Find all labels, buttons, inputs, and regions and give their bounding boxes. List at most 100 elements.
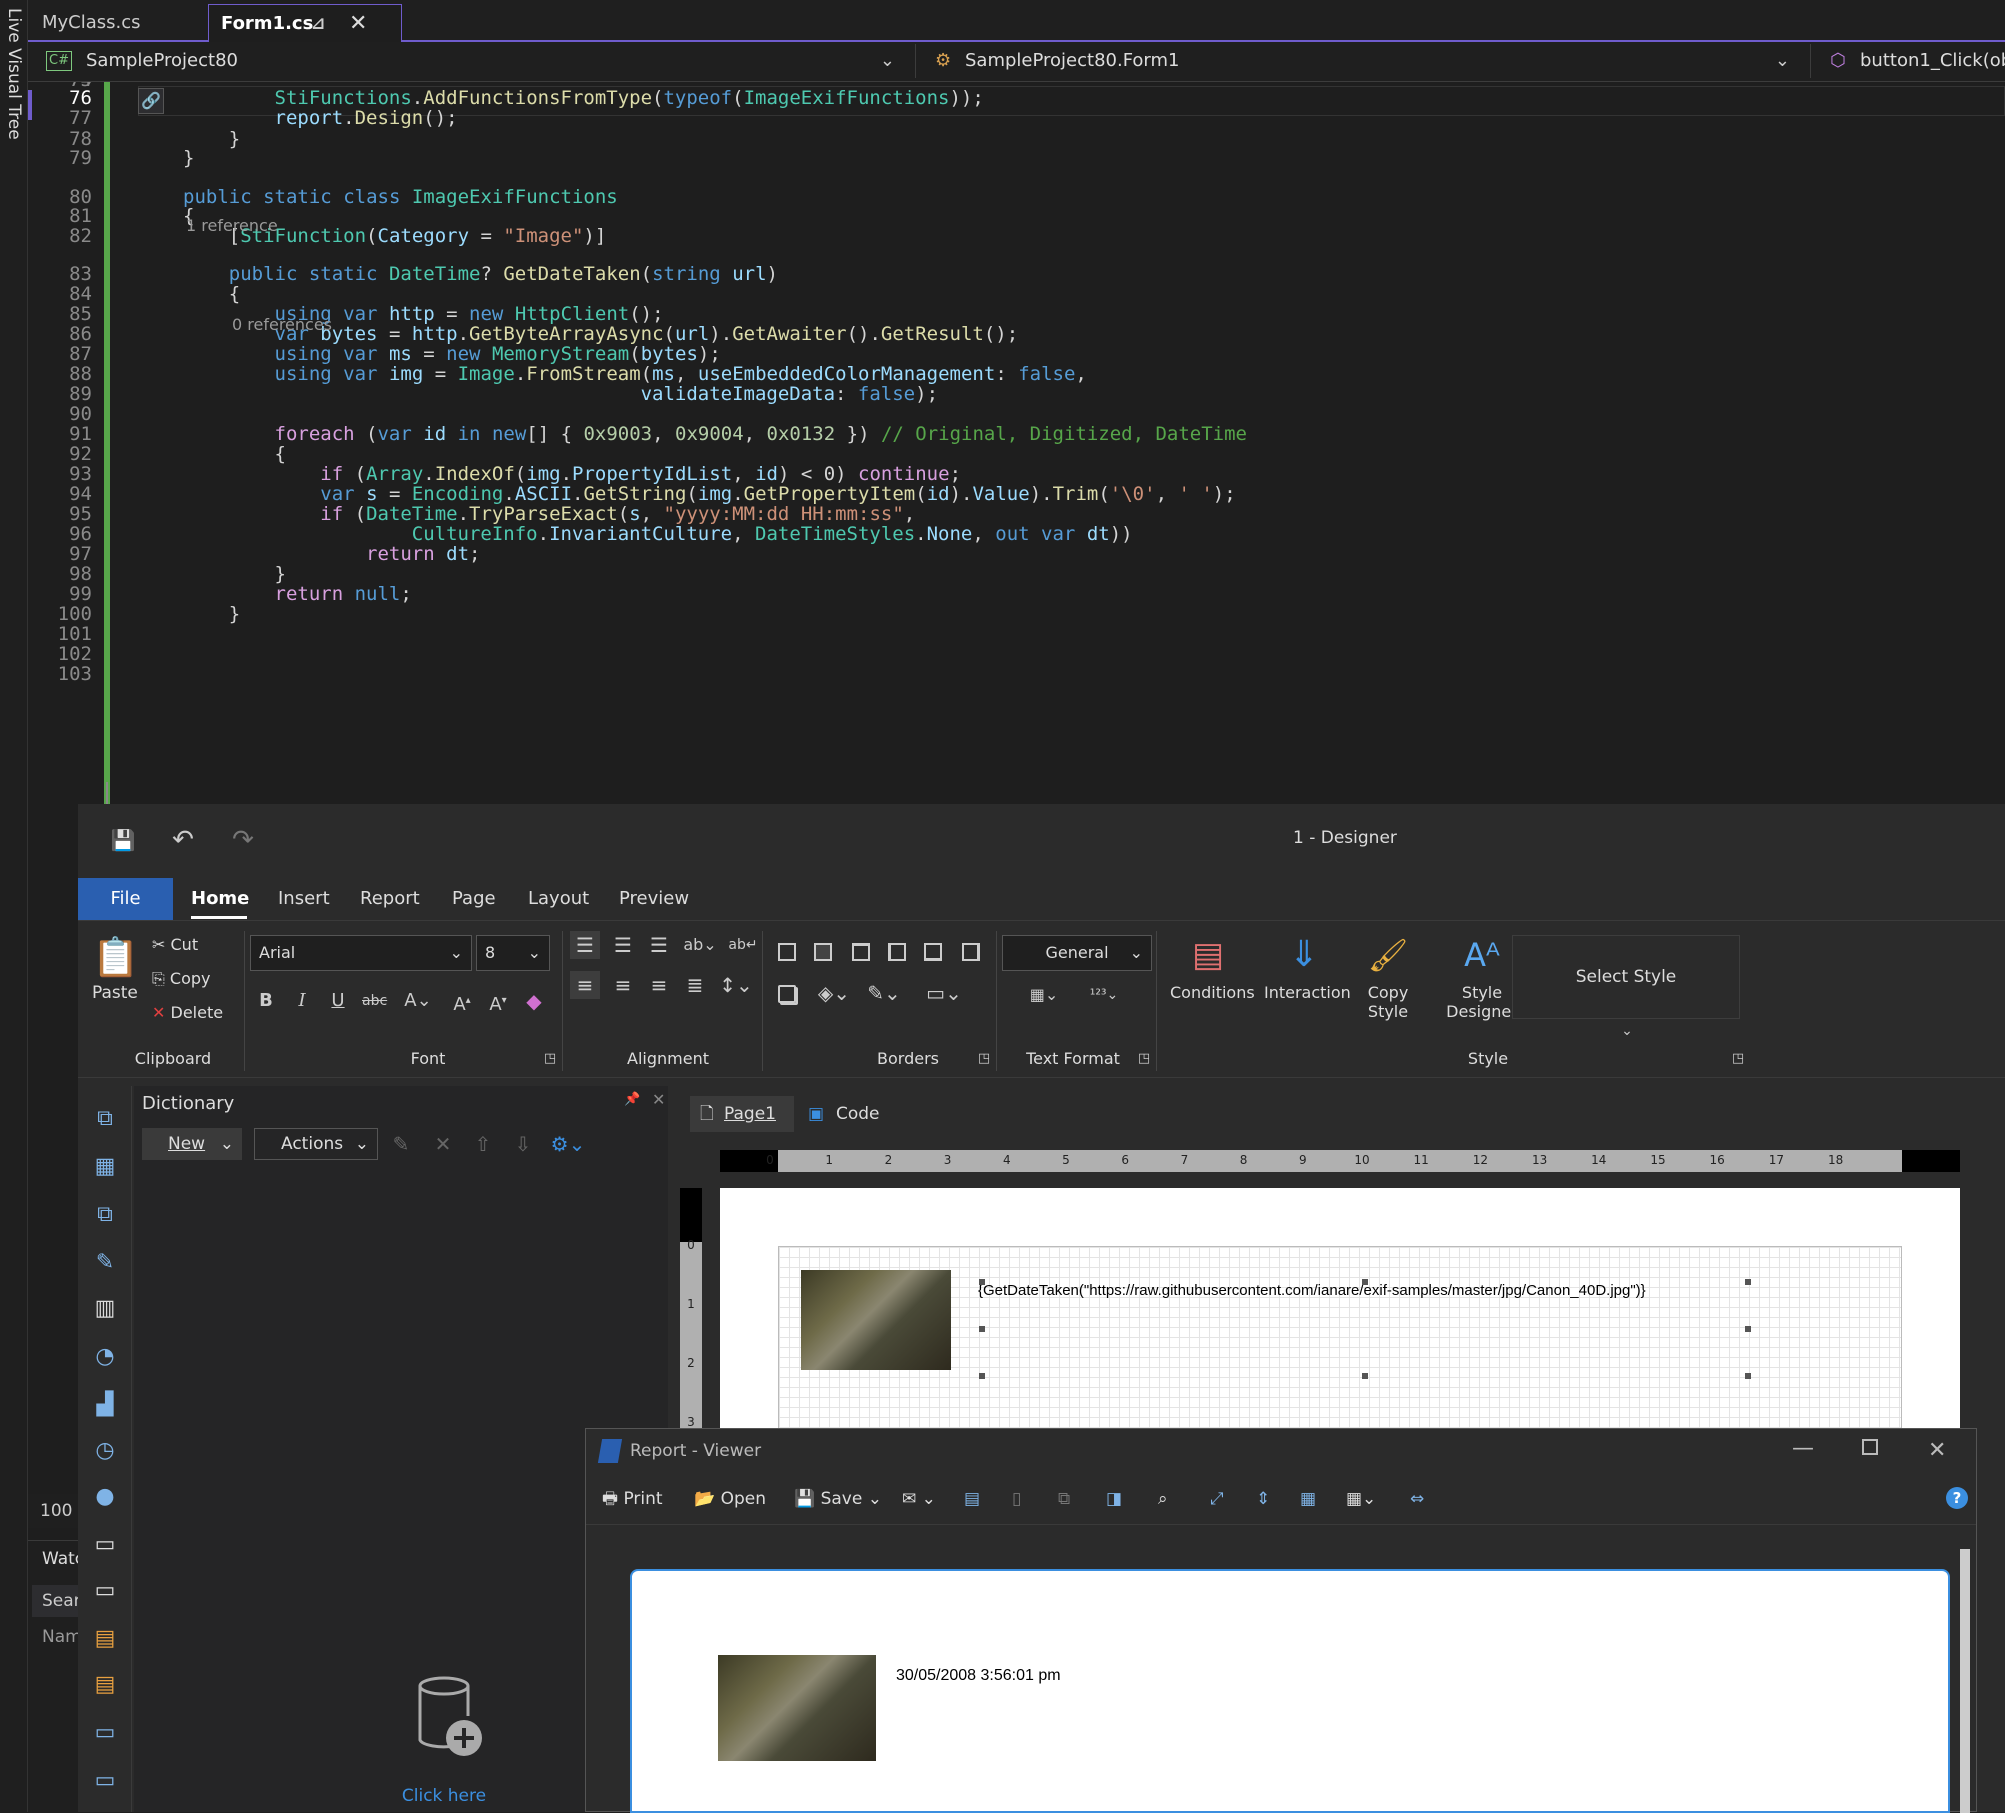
align-bottom-icon[interactable]: ☰	[644, 931, 674, 959]
thumbnails-icon[interactable]: ⧉	[1058, 1473, 1070, 1525]
gauge-icon[interactable]: ◷	[92, 1438, 118, 1464]
font-family-select[interactable]: Arial ⌄	[250, 935, 472, 971]
open-button[interactable]: 📂 Open	[694, 1473, 766, 1525]
minimize-icon[interactable]: —	[1792, 1429, 1814, 1469]
word-wrap-icon[interactable]: ab↵	[728, 931, 758, 959]
footer-band-icon[interactable]: ▭	[92, 1768, 118, 1794]
code-line[interactable]: }	[183, 147, 194, 169]
align-center-icon[interactable]: ≡	[608, 971, 638, 999]
help-icon[interactable]: ?	[1946, 1487, 1968, 1509]
align-middle-icon[interactable]: ☰	[608, 931, 638, 959]
cut-button[interactable]: ✂ Cut	[152, 935, 198, 954]
edit-icon[interactable]: ✎	[388, 1130, 414, 1158]
italic-icon[interactable]: I	[290, 987, 314, 1015]
save-button[interactable]: 💾 Save ⌄	[794, 1473, 882, 1525]
border-top-icon[interactable]	[852, 943, 870, 961]
page-header-icon[interactable]: ▭	[92, 1578, 118, 1604]
pin-icon[interactable]: ⊿	[311, 5, 325, 43]
code-line[interactable]: CultureInfo.InvariantCulture, DateTimeSt…	[183, 523, 1133, 545]
resize-handle[interactable]	[1745, 1279, 1751, 1285]
text-rotation-icon[interactable]: ab⌄	[680, 931, 720, 959]
code-line[interactable]: public static class ImageExifFunctions	[183, 186, 618, 208]
number-format-icon[interactable]: ¹²³⌄	[1084, 981, 1124, 1009]
settings-gear-icon[interactable]: ⚙⌄	[548, 1130, 588, 1158]
report-tree-icon[interactable]: ⧉	[92, 1106, 118, 1132]
code-line[interactable]: {	[183, 443, 286, 465]
interaction-button[interactable]: Interaction	[1264, 983, 1351, 1002]
line-spacing-icon[interactable]: ↕⌄	[716, 971, 756, 999]
resize-handle[interactable]	[1745, 1373, 1751, 1379]
report-page[interactable]: {GetDateTaken("https://raw.githubusercon…	[720, 1188, 1960, 1446]
tab-report[interactable]: Report	[360, 878, 420, 920]
border-left-icon[interactable]	[888, 943, 906, 961]
text-format-select[interactable]: General ⌄	[1002, 935, 1152, 971]
panel-icon[interactable]: ▭	[92, 1532, 118, 1558]
fill-color-icon[interactable]: ◈⌄	[814, 979, 854, 1007]
map-icon[interactable]: ●	[92, 1484, 118, 1510]
code-line[interactable]: validateImageData: false);	[183, 383, 938, 405]
clear-format-icon[interactable]: ◆	[522, 987, 546, 1015]
border-right-icon[interactable]	[962, 943, 980, 961]
find-icon[interactable]: ⌕	[1158, 1473, 1168, 1525]
new-button[interactable]: New ⌄	[142, 1128, 242, 1160]
conditions-icon[interactable]: ▤	[1184, 933, 1232, 977]
print-button[interactable]: 🖶 Print	[602, 1473, 663, 1525]
code-line[interactable]: public static DateTime? GetDateTaken(str…	[183, 263, 778, 285]
code-line[interactable]: }	[183, 603, 240, 625]
vertical-scrollbar[interactable]	[1960, 1549, 1970, 1813]
align-right-icon[interactable]: ≡	[644, 971, 674, 999]
zoom-level[interactable]: 100	[28, 1494, 78, 1528]
expand-dialog-icon[interactable]: ◳	[540, 1045, 560, 1073]
delete-button[interactable]: ✕ Delete	[152, 1003, 223, 1022]
shadow-icon[interactable]	[778, 985, 796, 1003]
copy-button[interactable]: ⎘ Copy	[152, 969, 211, 989]
codelens-references[interactable]: 1 reference	[186, 216, 278, 235]
tab-myclass[interactable]: MyClass.cs	[30, 4, 208, 42]
tab-layout[interactable]: Layout	[528, 878, 589, 920]
currency-format-icon[interactable]: ▦⌄	[1024, 981, 1064, 1009]
undo-icon[interactable]: ↶	[168, 826, 198, 854]
code-line[interactable]: if (DateTime.TryParseExact(s, "yyyy:MM:d…	[183, 503, 915, 525]
maximize-icon[interactable]	[1862, 1439, 1878, 1455]
send-email-button[interactable]: ✉ ⌄	[902, 1473, 936, 1525]
resize-handle[interactable]	[979, 1326, 985, 1332]
paste-icon[interactable]: 📋	[92, 935, 139, 979]
chart-icon[interactable]: ▟	[92, 1392, 118, 1418]
pin-icon[interactable]: 📌	[624, 1092, 640, 1107]
select-style-gallery[interactable]: Select Style	[1512, 935, 1740, 1019]
code-line[interactable]: var s = Encoding.ASCII.GetString(img.Get…	[183, 483, 1235, 505]
shape-icon[interactable]: ◔	[92, 1344, 118, 1370]
class-dropdown[interactable]: ⚙ SampleProject80.Form1 ⌄	[923, 44, 1811, 78]
border-none-icon[interactable]	[814, 943, 832, 961]
border-style-icon[interactable]: ▭⌄	[914, 979, 974, 1007]
resize-handle[interactable]	[979, 1373, 985, 1379]
resize-handle[interactable]	[1362, 1373, 1368, 1379]
close-icon[interactable]: ✕	[652, 1090, 665, 1109]
code-line[interactable]: report.Design();	[183, 107, 458, 129]
code-line[interactable]: {	[183, 283, 240, 305]
tab-code[interactable]: ▣ Code	[802, 1096, 902, 1132]
resize-handle[interactable]	[1745, 1326, 1751, 1332]
live-visual-tree-tab[interactable]: Live Visual Tree	[0, 0, 28, 1812]
resize-handle[interactable]	[979, 1279, 985, 1285]
delete-icon[interactable]: ✕	[430, 1130, 456, 1158]
move-up-icon[interactable]: ⇧	[470, 1130, 496, 1158]
strikethrough-icon[interactable]: abc	[362, 987, 387, 1015]
conditions-button[interactable]: Conditions	[1170, 983, 1255, 1002]
align-top-icon[interactable]: ☰	[570, 931, 600, 959]
resize-handle[interactable]	[1362, 1279, 1368, 1285]
align-left-icon[interactable]: ≡	[570, 971, 600, 999]
tab-home[interactable]: Home	[191, 878, 249, 920]
zoom-page-height-icon[interactable]: ⇕	[1256, 1473, 1270, 1525]
copy-style-icon[interactable]: 🖌	[1364, 933, 1412, 977]
watch-search-input[interactable]: Sear	[32, 1585, 81, 1617]
save-icon[interactable]: 💾	[108, 826, 138, 854]
barcode-icon[interactable]: ▥	[92, 1296, 118, 1322]
full-screen-icon[interactable]: ⤢	[1210, 1473, 1224, 1525]
text-expression-component[interactable]: {GetDateTaken("https://raw.githubusercon…	[978, 1282, 1646, 1299]
code-line[interactable]: }	[183, 563, 286, 585]
grow-font-icon[interactable]: A▴	[450, 987, 474, 1019]
move-down-icon[interactable]: ⇩	[510, 1130, 536, 1158]
code-line[interactable]: using var img = Image.FromStream(ms, use…	[183, 363, 1087, 385]
project-dropdown[interactable]: C# SampleProject80 ⌄	[36, 44, 916, 78]
